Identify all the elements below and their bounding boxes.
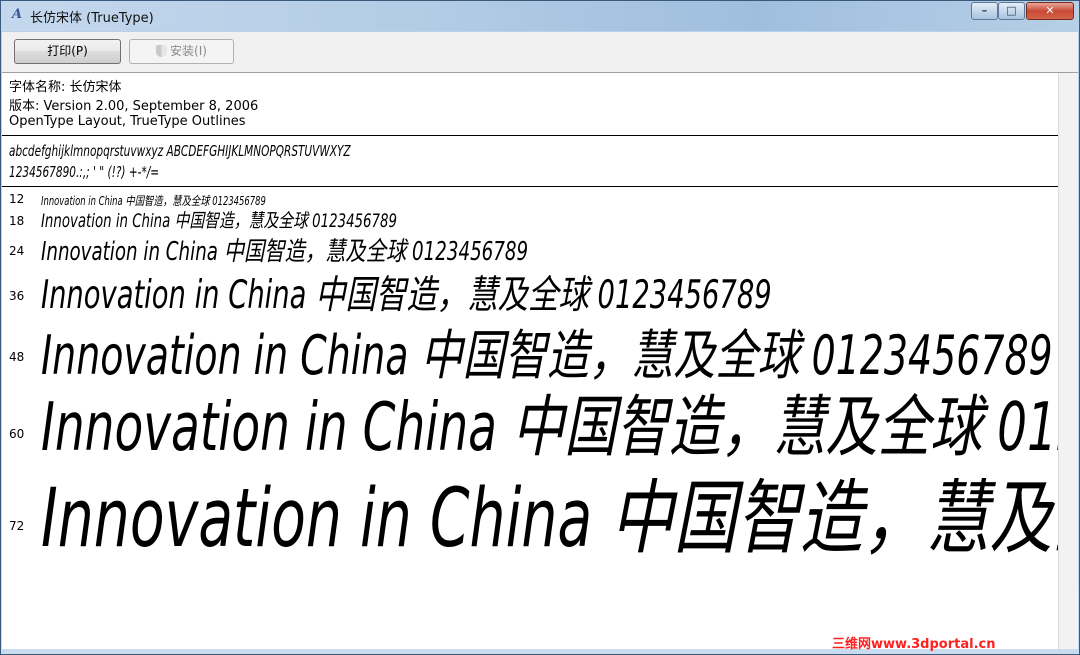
sample-size-label: 18 <box>9 214 25 228</box>
charset-digits: 1234567890.:,; ' " (!?) +-*/= <box>9 163 160 181</box>
vertical-scrollbar[interactable] <box>1058 73 1078 649</box>
print-button-label: 打印(P) <box>47 44 88 58</box>
install-button[interactable]: 安装(I) <box>129 39 234 64</box>
sample-text: Innovation in China 中国智造，慧及全球 0123456789 <box>41 472 1058 566</box>
sample-size-label: 36 <box>9 289 25 303</box>
shield-icon <box>156 45 168 57</box>
sample-size-label: 24 <box>9 244 25 258</box>
font-name: 字体名称: 长仿宋体 <box>9 80 122 95</box>
font-viewer-window: A 长仿宋体 (TrueType) – □ ✕ 打印(P) 安装(I) 字体名称… <box>0 0 1080 655</box>
sample-size-label: 72 <box>9 519 25 533</box>
title-bar[interactable]: A 长仿宋体 (TrueType) – □ ✕ <box>1 1 1079 31</box>
install-button-label: 安装(I) <box>170 44 207 58</box>
divider <box>2 186 1058 187</box>
watermark: 三维网www.3dportal.cn <box>832 637 996 652</box>
print-button[interactable]: 打印(P) <box>14 39 121 64</box>
toolbar: 打印(P) 安装(I) <box>2 32 1078 73</box>
window-title: 长仿宋体 (TrueType) <box>30 11 154 26</box>
close-button[interactable]: ✕ <box>1026 2 1074 20</box>
font-preview-area: 字体名称: 长仿宋体 版本: Version 2.00, September 8… <box>2 73 1058 649</box>
minimize-button[interactable]: – <box>971 2 998 20</box>
font-file-icon: A <box>11 7 23 22</box>
sample-text: Innovation in China 中国智造，慧及全球 0123456789 <box>41 210 397 232</box>
divider <box>2 135 1058 136</box>
sample-text: Innovation in China 中国智造，慧及全球 0123456789 <box>41 237 529 267</box>
sample-size-label: 60 <box>9 427 25 441</box>
font-version: 版本: Version 2.00, September 8, 2006 <box>9 99 259 114</box>
charset-letters: abcdefghijklmnopqrstuvwxyz ABCDEFGHIJKLM… <box>9 142 351 160</box>
maximize-button[interactable]: □ <box>998 2 1025 20</box>
sample-size-label: 48 <box>9 350 25 364</box>
sample-size-label: 12 <box>9 192 25 206</box>
font-type: OpenType Layout, TrueType Outlines <box>9 114 246 129</box>
